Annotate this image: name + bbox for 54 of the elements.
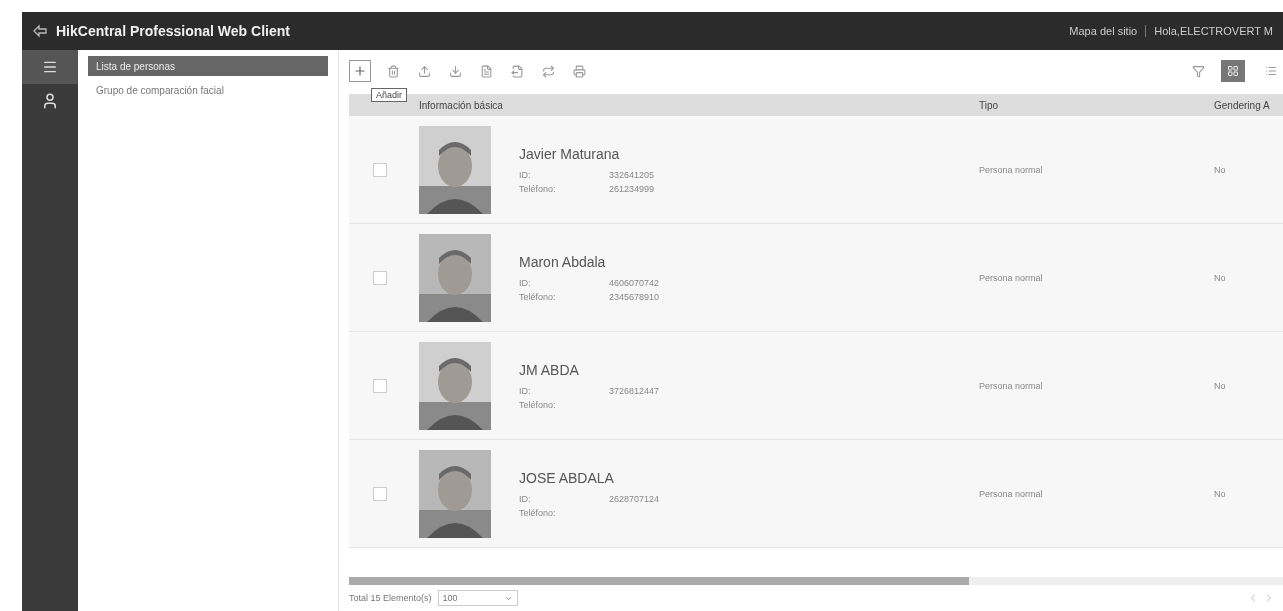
row-checkbox[interactable] — [373, 486, 387, 501]
panel-item[interactable]: Grupo de comparación facial — [88, 80, 328, 100]
menu-icon — [42, 59, 58, 75]
person-name: Javier Maturana — [519, 145, 621, 162]
table-cell-text: No — [1214, 488, 1227, 499]
header-link[interactable]: Mapa del sitio — [1069, 25, 1138, 37]
view-toggle[interactable] — [1221, 60, 1245, 82]
total-count: Total 15 Elemento(s) — [349, 593, 432, 603]
horizontal-scrollbar[interactable] — [349, 577, 1283, 585]
field-value: 3726812447 — [609, 385, 661, 396]
page-size-select[interactable]: 100 — [437, 590, 518, 606]
field-label: ID: — [519, 493, 532, 504]
field-label: ID: — [519, 385, 532, 396]
field-label: Teléfono: — [519, 291, 557, 302]
rail-item[interactable] — [22, 50, 78, 84]
field-label: Teléfono: — [519, 507, 557, 518]
header-link[interactable]: Hola,ELECTROVERT M — [1154, 25, 1273, 37]
person-name: JOSE ABDALA — [519, 469, 615, 486]
table-cell-text: Persona normal — [979, 380, 1044, 391]
row-checkbox[interactable] — [373, 270, 387, 285]
plus-icon — [353, 64, 367, 78]
list-icon — [1265, 65, 1277, 77]
column-header[interactable]: Gendering A — [1214, 99, 1283, 111]
person-icon — [41, 92, 59, 110]
field-label: Teléfono: — [519, 183, 557, 194]
print-button[interactable] — [571, 62, 588, 80]
person-name: JM ABDA — [519, 361, 580, 378]
logo-icon — [32, 24, 48, 38]
grid-icon — [1227, 65, 1239, 77]
tooltip: Añadir — [371, 88, 407, 102]
panel-item[interactable]: Lista de personas — [88, 56, 328, 76]
field-value: 261234999 — [609, 183, 656, 194]
table-cell-text: No — [1214, 272, 1227, 283]
table-cell-text: Persona normal — [979, 488, 1044, 499]
column-header[interactable]: Información básica — [419, 99, 979, 111]
table-cell-text: Persona normal — [979, 272, 1044, 283]
add-button[interactable] — [349, 60, 371, 82]
table-cell-text: No — [1214, 380, 1227, 391]
field-value: 332641205 — [609, 169, 656, 180]
field-label: ID: — [519, 277, 532, 288]
row-checkbox[interactable] — [373, 378, 387, 393]
field-label: Teléfono: — [519, 399, 557, 410]
field-value: 2628707124 — [609, 493, 661, 504]
field-value: 4606070742 — [609, 277, 661, 288]
field-label: ID: — [519, 169, 532, 180]
table-cell-text: Persona normal — [979, 164, 1044, 175]
field-value: 2345678910 — [609, 291, 661, 302]
table-cell-text: No — [1214, 164, 1227, 175]
delete-button[interactable] — [385, 62, 402, 80]
person-name: Maron Abdala — [519, 253, 607, 270]
column-header[interactable]: Tipo — [979, 99, 1214, 111]
sync-button[interactable] — [540, 62, 557, 80]
row-checkbox[interactable] — [373, 162, 387, 177]
app-title: HikCentral Professional Web Client — [56, 23, 290, 39]
